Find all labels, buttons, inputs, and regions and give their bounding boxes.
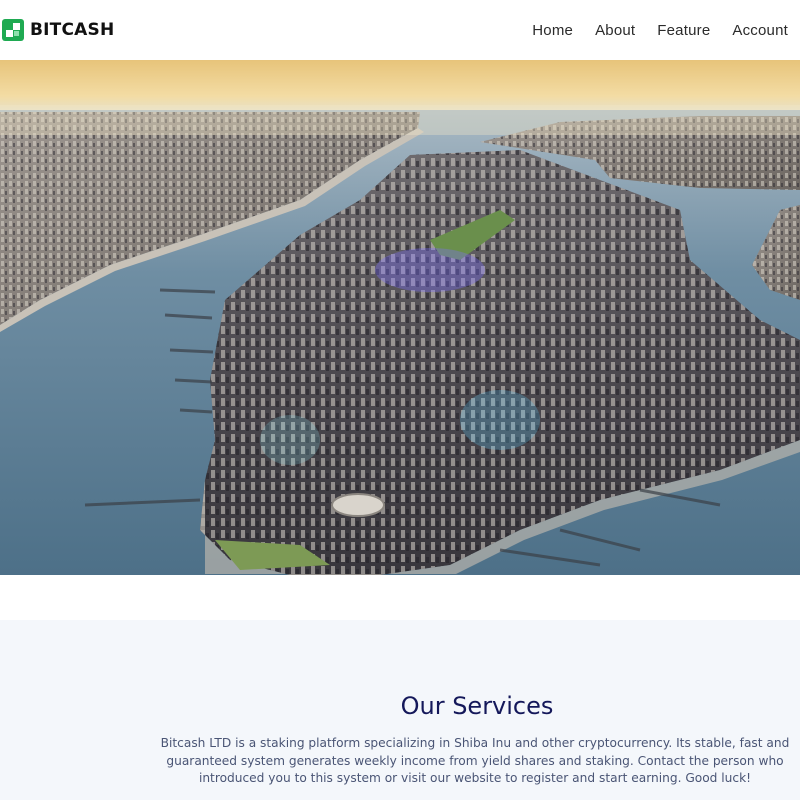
hero-banner [0,60,800,575]
services-title: Our Services [400,692,554,720]
brand[interactable]: BITCASH [2,19,114,41]
logo-icon [2,19,24,41]
brand-name: BITCASH [30,20,115,40]
nav-home[interactable]: Home [521,22,584,39]
nav-account[interactable]: Account [721,22,788,39]
services-section: Our Services Bitcash LTD is a staking pl… [0,620,800,800]
nav-about[interactable]: About [584,22,646,39]
site-header: BITCASH Home About Feature Account [0,0,800,60]
services-description: Bitcash LTD is a staking platform specia… [160,736,790,785]
nav-feature[interactable]: Feature [646,22,721,39]
aerial-city-island-image [0,60,800,575]
main-nav: Home About Feature Account [521,22,788,39]
